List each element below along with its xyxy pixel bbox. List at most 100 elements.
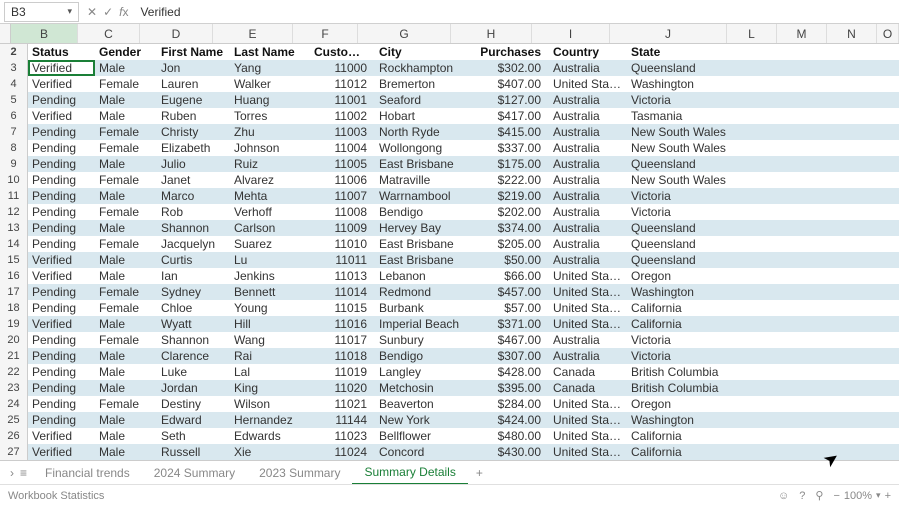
data-cell[interactable]: $205.00 — [468, 236, 549, 252]
data-cell[interactable]: Tasmania — [627, 108, 744, 124]
data-cell[interactable]: Australia — [549, 108, 627, 124]
data-cell[interactable]: 11014 — [310, 284, 375, 300]
empty-cell[interactable] — [894, 380, 899, 396]
data-cell[interactable]: United States — [549, 444, 627, 460]
data-cell[interactable]: United States — [549, 428, 627, 444]
data-cell[interactable]: Australia — [549, 140, 627, 156]
data-cell[interactable]: 11015 — [310, 300, 375, 316]
data-cell[interactable]: Male — [95, 380, 157, 396]
data-cell[interactable]: $371.00 — [468, 316, 549, 332]
data-cell[interactable]: Beaverton — [375, 396, 468, 412]
column-header[interactable]: I — [532, 24, 610, 43]
data-cell[interactable]: British Columbia — [627, 380, 744, 396]
data-cell[interactable]: $467.00 — [468, 332, 549, 348]
data-cell[interactable]: 11007 — [310, 188, 375, 204]
data-cell[interactable]: Washington — [627, 76, 744, 92]
data-cell[interactable]: Pending — [28, 364, 95, 380]
data-cell[interactable]: Verified — [28, 76, 95, 92]
empty-cell[interactable] — [744, 92, 794, 108]
empty-cell[interactable] — [844, 268, 894, 284]
select-all-corner[interactable] — [0, 24, 11, 43]
column-header[interactable]: M — [777, 24, 827, 43]
data-cell[interactable]: Pending — [28, 412, 95, 428]
empty-cell[interactable] — [744, 60, 794, 76]
data-cell[interactable]: 11017 — [310, 332, 375, 348]
empty-cell[interactable] — [794, 140, 844, 156]
data-cell[interactable]: Christy — [157, 124, 230, 140]
empty-cell[interactable] — [744, 108, 794, 124]
data-cell[interactable]: Queensland — [627, 220, 744, 236]
data-cell[interactable]: Male — [95, 252, 157, 268]
data-cell[interactable]: Oregon — [627, 268, 744, 284]
row-header[interactable]: 6 — [0, 108, 28, 124]
sheet-tab[interactable]: Financial trends — [33, 462, 142, 484]
data-cell[interactable]: Pending — [28, 220, 95, 236]
data-cell[interactable]: Victoria — [627, 204, 744, 220]
data-cell[interactable]: Female — [95, 172, 157, 188]
data-cell[interactable]: Verified — [28, 268, 95, 284]
data-cell[interactable]: $202.00 — [468, 204, 549, 220]
data-cell[interactable]: Verified — [28, 444, 95, 460]
data-cell[interactable]: Burbank — [375, 300, 468, 316]
data-cell[interactable]: $424.00 — [468, 412, 549, 428]
data-cell[interactable]: Bendigo — [375, 348, 468, 364]
row-header[interactable]: 24 — [0, 396, 28, 412]
data-cell[interactable]: Matraville — [375, 172, 468, 188]
column-header[interactable]: L — [727, 24, 777, 43]
data-cell[interactable]: Canada — [549, 364, 627, 380]
data-cell[interactable]: Pending — [28, 284, 95, 300]
data-cell[interactable]: Pending — [28, 188, 95, 204]
empty-cell[interactable] — [894, 44, 899, 60]
empty-cell[interactable] — [844, 188, 894, 204]
empty-cell[interactable] — [794, 396, 844, 412]
data-cell[interactable]: Janet — [157, 172, 230, 188]
empty-cell[interactable] — [844, 332, 894, 348]
data-cell[interactable]: Elizabeth — [157, 140, 230, 156]
empty-cell[interactable] — [794, 236, 844, 252]
row-header[interactable]: 17 — [0, 284, 28, 300]
data-cell[interactable]: Young — [230, 300, 310, 316]
data-cell[interactable]: $50.00 — [468, 252, 549, 268]
data-cell[interactable]: Male — [95, 92, 157, 108]
data-cell[interactable]: $219.00 — [468, 188, 549, 204]
data-cell[interactable]: $57.00 — [468, 300, 549, 316]
empty-cell[interactable] — [794, 332, 844, 348]
data-cell[interactable]: Wyatt — [157, 316, 230, 332]
data-cell[interactable]: Queensland — [627, 60, 744, 76]
data-cell[interactable]: East Brisbane — [375, 156, 468, 172]
empty-cell[interactable] — [794, 380, 844, 396]
empty-cell[interactable] — [894, 108, 899, 124]
empty-cell[interactable] — [894, 92, 899, 108]
empty-cell[interactable] — [894, 252, 899, 268]
empty-cell[interactable] — [744, 316, 794, 332]
data-cell[interactable]: Hill — [230, 316, 310, 332]
data-cell[interactable]: British Columbia — [627, 364, 744, 380]
data-cell[interactable]: 11024 — [310, 444, 375, 460]
row-header[interactable]: 14 — [0, 236, 28, 252]
sheet-tab[interactable]: Summary Details — [352, 461, 467, 485]
empty-cell[interactable] — [844, 204, 894, 220]
grid[interactable]: 2 Status Gender First Name Last Name Cus… — [0, 44, 899, 492]
empty-cell[interactable] — [744, 76, 794, 92]
chevron-down-icon[interactable]: ▾ — [876, 490, 881, 501]
header-cell[interactable]: First Name — [157, 44, 230, 60]
data-cell[interactable]: Ian — [157, 268, 230, 284]
data-cell[interactable]: Male — [95, 156, 157, 172]
empty-cell[interactable] — [744, 348, 794, 364]
header-cell[interactable]: Gender — [95, 44, 157, 60]
data-cell[interactable]: California — [627, 428, 744, 444]
empty-cell[interactable] — [844, 140, 894, 156]
empty-cell[interactable] — [744, 124, 794, 140]
data-cell[interactable]: 11009 — [310, 220, 375, 236]
empty-cell[interactable] — [894, 156, 899, 172]
row-header[interactable]: 21 — [0, 348, 28, 364]
tab-list-icon[interactable]: ≡ — [20, 466, 27, 480]
data-cell[interactable]: Mehta — [230, 188, 310, 204]
data-cell[interactable]: Johnson — [230, 140, 310, 156]
data-cell[interactable]: 11008 — [310, 204, 375, 220]
empty-cell[interactable] — [744, 156, 794, 172]
sheet-tab[interactable]: 2024 Summary — [142, 462, 247, 484]
empty-cell[interactable] — [794, 188, 844, 204]
data-cell[interactable]: United States — [549, 316, 627, 332]
empty-cell[interactable] — [844, 300, 894, 316]
